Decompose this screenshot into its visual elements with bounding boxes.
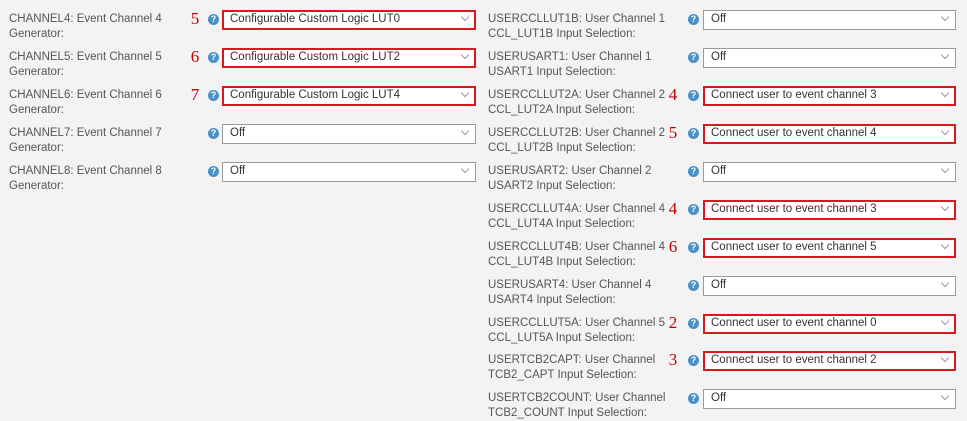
selected-value: Connect user to event channel 3 bbox=[711, 203, 877, 215]
userccllut4a-select[interactable]: Connect user to event channel 3 bbox=[703, 200, 956, 220]
selected-value: Off bbox=[711, 51, 727, 63]
selected-value: Off bbox=[230, 165, 246, 177]
selected-value: Configurable Custom Logic LUT2 bbox=[230, 51, 401, 63]
annotation-number: 6 bbox=[190, 47, 200, 66]
chevron-down-icon bbox=[940, 202, 950, 212]
annotation-number: 6 bbox=[668, 237, 678, 256]
selected-value: Connect user to event channel 5 bbox=[711, 241, 877, 253]
annotation-number: 4 bbox=[668, 85, 678, 104]
chevron-down-icon bbox=[940, 50, 950, 60]
help-icon[interactable]: ? bbox=[688, 204, 699, 215]
setting-row-userusart4: USERUSART4: User Channel 4 USART4 Input … bbox=[482, 266, 967, 306]
help-icon[interactable]: ? bbox=[208, 52, 219, 63]
help-icon[interactable]: ? bbox=[688, 318, 699, 329]
chevron-down-icon bbox=[940, 164, 950, 174]
channel7-select[interactable]: Off bbox=[222, 124, 476, 144]
help-icon[interactable]: ? bbox=[688, 90, 699, 101]
setting-row-channel8: CHANNEL8: Event Channel 8 Generator:? Off bbox=[0, 152, 482, 192]
chevron-down-icon bbox=[460, 126, 470, 136]
help-icon[interactable]: ? bbox=[208, 90, 219, 101]
channel6-select[interactable]: Configurable Custom Logic LUT4 bbox=[222, 86, 476, 106]
selected-value: Off bbox=[230, 127, 246, 139]
help-icon[interactable]: ? bbox=[688, 393, 699, 404]
selected-value: Connect user to event channel 3 bbox=[711, 89, 877, 101]
chevron-down-icon bbox=[460, 88, 470, 98]
help-icon[interactable]: ? bbox=[688, 14, 699, 25]
setting-row-usertcb2count: USERTCB2COUNT: User Channel TCB2_COUNT I… bbox=[482, 379, 967, 419]
selected-value: Configurable Custom Logic LUT0 bbox=[230, 13, 401, 25]
userccllut5a-select[interactable]: Connect user to event channel 0 bbox=[703, 314, 956, 334]
annotation-number: 3 bbox=[668, 350, 678, 369]
annotation-number: 4 bbox=[668, 199, 678, 218]
chevron-down-icon bbox=[940, 12, 950, 22]
selected-value: Off bbox=[711, 13, 727, 25]
help-icon[interactable]: ? bbox=[688, 52, 699, 63]
userccllut2a-select[interactable]: Connect user to event channel 3 bbox=[703, 86, 956, 106]
chevron-down-icon bbox=[940, 126, 950, 136]
userccllut4b-select[interactable]: Connect user to event channel 5 bbox=[703, 238, 956, 258]
userusart1-select[interactable]: Off bbox=[703, 48, 956, 68]
selected-value: Connect user to event channel 2 bbox=[711, 354, 877, 366]
setting-row-channel5: CHANNEL5: Event Channel 5 Generator: 6? Co… bbox=[0, 38, 482, 78]
userccllut1b-select[interactable]: Off bbox=[703, 10, 956, 30]
chevron-down-icon bbox=[940, 240, 950, 250]
selected-value: Connect user to event channel 0 bbox=[711, 317, 877, 329]
chevron-down-icon bbox=[940, 316, 950, 326]
userccllut2b-select[interactable]: Connect user to event channel 4 bbox=[703, 124, 956, 144]
help-icon[interactable]: ? bbox=[208, 166, 219, 177]
annotation-number: 5 bbox=[668, 123, 678, 142]
setting-row-userccllut4a: USERCCLLUT4A: User Channel 4 CCL_LUT4A I… bbox=[482, 190, 967, 230]
setting-label: CHANNEL8: Event Channel 8 Generator: bbox=[9, 165, 162, 192]
selected-value: Off bbox=[711, 279, 727, 291]
annotation-number: 2 bbox=[668, 313, 678, 332]
selected-value: Off bbox=[711, 392, 727, 404]
chevron-down-icon bbox=[460, 164, 470, 174]
chevron-down-icon bbox=[940, 88, 950, 98]
userusart2-select[interactable]: Off bbox=[703, 162, 956, 182]
setting-label: USERTCB2COUNT: User Channel TCB2_COUNT I… bbox=[488, 392, 666, 419]
userusart4-select[interactable]: Off bbox=[703, 276, 956, 296]
help-icon[interactable]: ? bbox=[688, 355, 699, 366]
setting-row-userccllut1b: USERCCLLUT1B: User Channel 1 CCL_LUT1B I… bbox=[482, 0, 967, 40]
setting-row-usertcb2capt: USERTCB2CAPT: User Channel TCB2_CAPT Inp… bbox=[482, 341, 967, 381]
help-icon[interactable]: ? bbox=[688, 166, 699, 177]
help-icon[interactable]: ? bbox=[688, 128, 699, 139]
setting-row-channel7: CHANNEL7: Event Channel 7 Generator:? Off bbox=[0, 114, 482, 154]
help-icon[interactable]: ? bbox=[688, 280, 699, 291]
setting-row-channel6: CHANNEL6: Event Channel 6 Generator: 7? Co… bbox=[0, 76, 482, 116]
selected-value: Configurable Custom Logic LUT4 bbox=[230, 89, 401, 101]
usertcb2count-select[interactable]: Off bbox=[703, 389, 956, 409]
channel8-select[interactable]: Off bbox=[222, 162, 476, 182]
channel4-select[interactable]: Configurable Custom Logic LUT0 bbox=[222, 10, 476, 30]
setting-row-userccllut2a: USERCCLLUT2A: User Channel 2 CCL_LUT2A I… bbox=[482, 76, 967, 116]
chevron-down-icon bbox=[940, 391, 950, 401]
setting-row-userusart2: USERUSART2: User Channel 2 USART2 Input … bbox=[482, 152, 967, 192]
chevron-down-icon bbox=[940, 353, 950, 363]
selected-value: Off bbox=[711, 165, 727, 177]
chevron-down-icon bbox=[940, 278, 950, 288]
help-icon[interactable]: ? bbox=[208, 14, 219, 25]
annotation-number: 7 bbox=[190, 85, 200, 104]
annotation-number: 5 bbox=[190, 9, 200, 28]
setting-row-channel4: CHANNEL4: Event Channel 4 Generator: 5? Co… bbox=[0, 0, 482, 40]
help-icon[interactable]: ? bbox=[208, 128, 219, 139]
setting-row-userccllut2b: USERCCLLUT2B: User Channel 2 CCL_LUT2B I… bbox=[482, 114, 967, 154]
setting-row-userccllut4b: USERCCLLUT4B: User Channel 4 CCL_LUT4B I… bbox=[482, 228, 967, 268]
chevron-down-icon bbox=[460, 50, 470, 60]
usertcb2capt-select[interactable]: Connect user to event channel 2 bbox=[703, 351, 956, 371]
channel5-select[interactable]: Configurable Custom Logic LUT2 bbox=[222, 48, 476, 68]
selected-value: Connect user to event channel 4 bbox=[711, 127, 877, 139]
setting-row-userccllut5a: USERCCLLUT5A: User Channel 5 CCL_LUT5A I… bbox=[482, 304, 967, 344]
help-icon[interactable]: ? bbox=[688, 242, 699, 253]
chevron-down-icon bbox=[460, 12, 470, 22]
setting-row-userusart1: USERUSART1: User Channel 1 USART1 Input … bbox=[482, 38, 967, 78]
